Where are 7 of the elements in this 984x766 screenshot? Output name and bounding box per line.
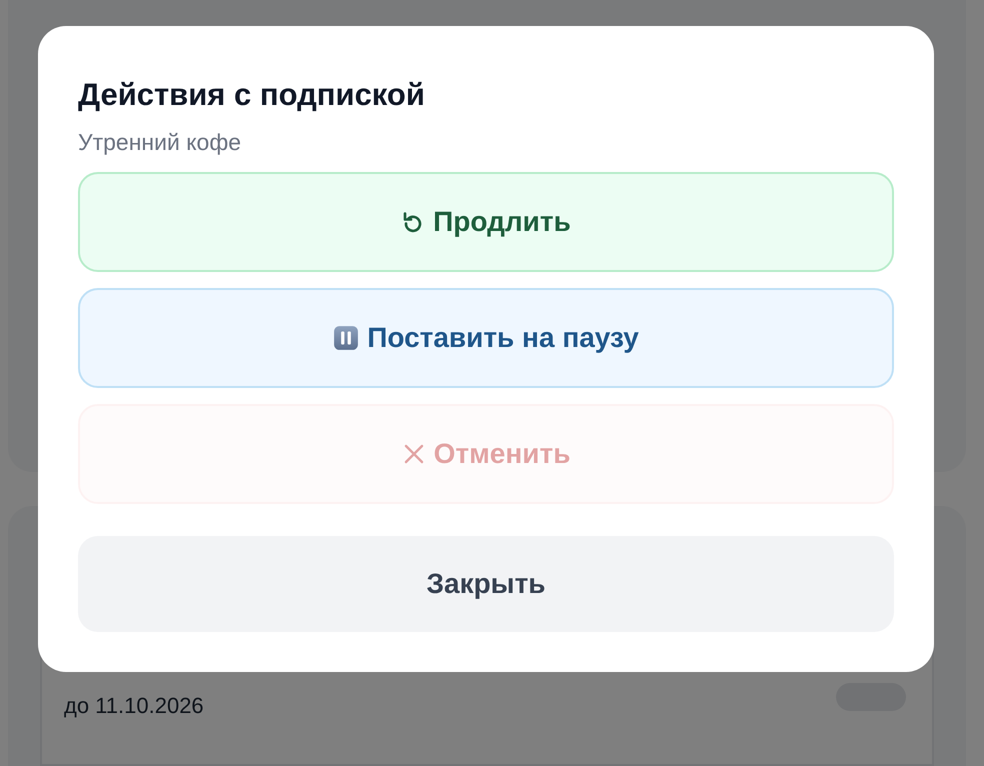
pause-button[interactable]: Поставить на паузу <box>78 288 894 388</box>
dialog-subtitle: Утренний кофе <box>78 128 242 156</box>
pause-icon <box>333 325 360 351</box>
close-button[interactable]: Закрыть <box>78 536 894 632</box>
renew-button[interactable]: Продлить <box>78 172 894 272</box>
expiry-date: до 11.10.2026 <box>64 693 204 719</box>
dialog-title: Действия с подпиской <box>78 76 426 114</box>
